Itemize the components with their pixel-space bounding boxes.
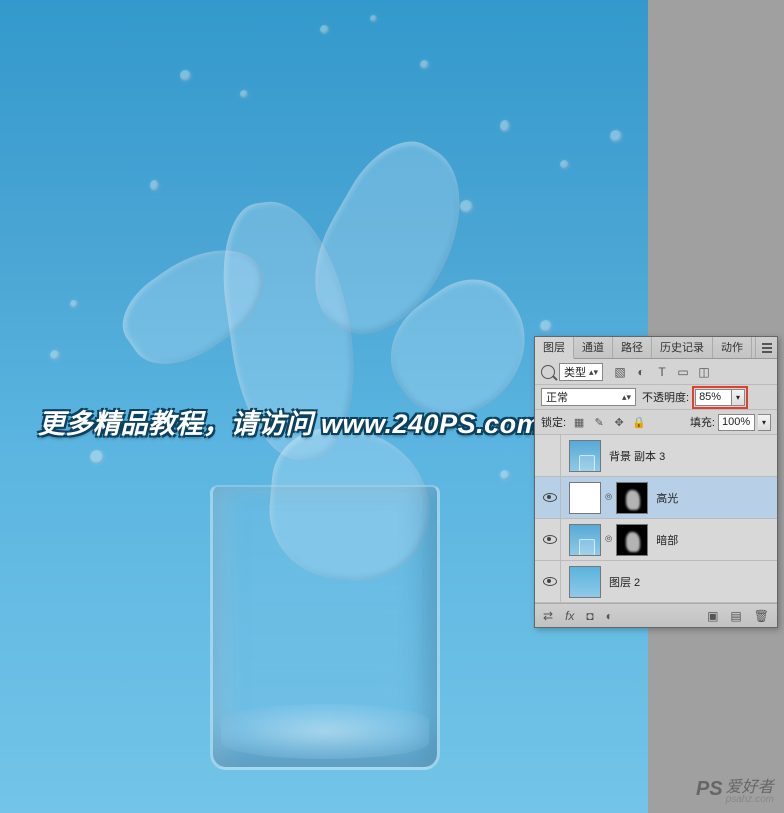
filter-type-icon[interactable]: T [655,365,669,379]
opacity-input[interactable]: 85% [695,389,732,406]
tab-layers[interactable]: 图层 [535,337,574,359]
filter-adjustment-icon[interactable]: ◐ [634,365,648,379]
layer-name-label[interactable]: 背景 副本 3 [605,448,665,464]
tab-paths[interactable]: 路径 [613,337,652,358]
layer-thumbnail[interactable] [569,566,601,598]
filter-pixel-icon[interactable]: ▧ [613,365,627,379]
layers-list: 背景 副本 3 ⦾ 高光 ⦾ 暗部 图层 2 [535,435,777,603]
visibility-toggle[interactable] [539,477,561,518]
layers-panel-footer: ⇄ fx ◘ ◐ ▣ ▤ 🗑 [535,603,777,627]
opacity-label: 不透明度: [642,389,689,405]
layer-thumbnail[interactable] [569,524,601,556]
tab-channels[interactable]: 通道 [574,337,613,358]
lock-position-icon[interactable]: ✥ [612,415,626,429]
layer-thumbnail[interactable] [569,440,601,472]
new-adjustment-icon[interactable]: ◐ [606,609,613,623]
link-layers-icon[interactable]: ⇄ [543,609,553,623]
watermark-domain: psahz.com [726,794,774,805]
eye-icon [543,577,557,586]
page-watermark: PS 爱好者 psahz.com [696,773,774,805]
opacity-control-highlighted: 85% ▾ [695,389,745,406]
visibility-toggle[interactable] [539,561,561,602]
visibility-toggle[interactable] [539,435,561,476]
layer-name-label[interactable]: 高光 [652,490,678,506]
add-mask-icon[interactable]: ◘ [586,609,593,623]
layer-mask-thumbnail[interactable] [616,524,648,556]
ps-logo-text: PS [696,778,723,801]
layer-row[interactable]: ⦾ 暗部 [535,519,777,561]
glass-artwork [210,485,440,770]
fill-dropdown-arrow[interactable]: ▾ [758,414,771,431]
filter-smart-icon[interactable]: ◫ [697,365,711,379]
eye-icon [543,493,557,502]
filter-kind-label: 类型 [564,364,586,380]
fill-control: 填充: 100% ▾ [690,414,771,431]
dropdown-arrows-icon: ▴▾ [589,369,598,375]
eye-icon [543,535,557,544]
fill-label: 填充: [690,414,715,430]
layer-filter-row: 类型 ▴▾ ▧ ◐ T ▭ ◫ [535,359,777,385]
filter-shape-icon[interactable]: ▭ [676,365,690,379]
layer-fx-icon[interactable]: fx [565,609,574,623]
layer-name-label[interactable]: 图层 2 [605,574,640,590]
layer-row[interactable]: 图层 2 [535,561,777,603]
layer-row[interactable]: 背景 副本 3 [535,435,777,477]
filter-type-icons: ▧ ◐ T ▭ ◫ [613,365,711,379]
delete-layer-icon[interactable]: 🗑 [754,609,769,623]
panel-menu-icon[interactable] [755,337,777,358]
lock-transparency-icon[interactable]: ▦ [572,415,586,429]
tab-history[interactable]: 历史记录 [652,337,713,358]
new-group-icon[interactable]: ▣ [707,609,718,623]
layer-row[interactable]: ⦾ 高光 [535,477,777,519]
layers-panel: 图层 通道 路径 历史记录 动作 类型 ▴▾ ▧ ◐ T ▭ ◫ 正常 ▴▾ 不… [534,336,778,628]
panel-tabs: 图层 通道 路径 历史记录 动作 [535,337,777,359]
visibility-toggle[interactable] [539,519,561,560]
dropdown-arrows-icon: ▴▾ [622,394,631,400]
mask-link-icon[interactable]: ⦾ [605,534,612,545]
blend-mode-value: 正常 [546,389,568,405]
watermark-prefix: 更多精品教程，请访问 [38,409,321,439]
blend-opacity-row: 正常 ▴▾ 不透明度: 85% ▾ [535,385,777,410]
filter-search-icon[interactable] [541,365,555,379]
tab-actions[interactable]: 动作 [713,337,752,358]
opacity-dropdown-arrow[interactable]: ▾ [732,389,745,406]
watermark-url: www.240PS.com [321,409,541,439]
mask-link-icon[interactable]: ⦾ [605,492,612,503]
filter-kind-dropdown[interactable]: 类型 ▴▾ [559,363,603,381]
lock-label: 锁定: [541,414,566,430]
lock-pixels-icon[interactable]: ✎ [592,415,606,429]
layer-mask-thumbnail[interactable] [616,482,648,514]
layer-name-label[interactable]: 暗部 [652,532,678,548]
lock-icon-group: ▦ ✎ ✥ 🔒 [572,415,646,429]
fill-input[interactable]: 100% [718,414,755,431]
lock-all-icon[interactable]: 🔒 [632,415,646,429]
new-layer-icon[interactable]: ▤ [730,609,741,623]
watermark-text: 更多精品教程，请访问 www.240PS.com [38,402,541,441]
blend-mode-dropdown[interactable]: 正常 ▴▾ [541,388,636,406]
lock-fill-row: 锁定: ▦ ✎ ✥ 🔒 填充: 100% ▾ [535,410,777,435]
layer-thumbnail[interactable] [569,482,601,514]
